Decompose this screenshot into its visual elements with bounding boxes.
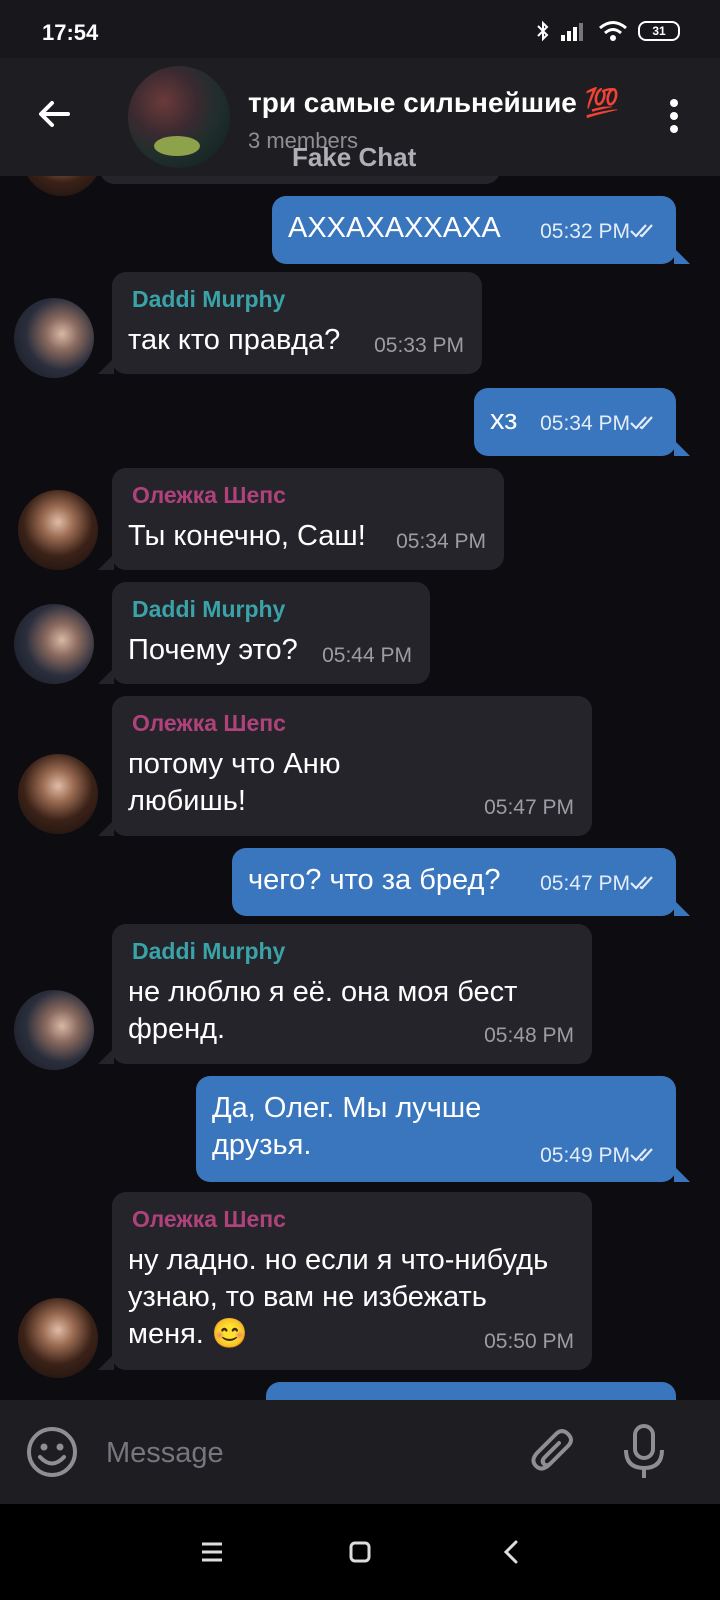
menu-icon[interactable] (194, 1534, 230, 1570)
message-outgoing[interactable]: чего? что за бред? 05:47 PM (232, 848, 690, 916)
system-nav-bar (0, 1504, 720, 1600)
message-text: потому что Аню любишь! (128, 746, 340, 820)
mic-icon[interactable] (616, 1422, 672, 1482)
message-time: 05:33 PM (374, 334, 464, 357)
avatar-daddi-murphy[interactable] (14, 604, 94, 684)
battery-icon: 31 (638, 21, 680, 41)
message-incoming[interactable]: Daddi Murphy так кто правда? 05:33 PM (98, 272, 482, 374)
double-check-icon (630, 224, 653, 238)
avatar-olezhka-sheps[interactable] (18, 754, 98, 834)
message-bubble-partial (266, 1382, 676, 1400)
watermark: Fake Chat (292, 142, 417, 172)
message-incoming[interactable]: Олежка Шепс Ты конечно, Саш! 05:34 PM (98, 468, 504, 570)
sender-name[interactable]: Daddi Murphy (132, 938, 285, 965)
wifi-icon (599, 21, 627, 41)
message-time: 05:34 PM (540, 412, 630, 435)
sender-name[interactable]: Daddi Murphy (132, 286, 285, 313)
chat-title[interactable]: три самые сильнейшие 💯 (248, 86, 620, 119)
avatar-daddi-murphy[interactable] (14, 298, 94, 378)
sender-name[interactable]: Олежка Шепс (132, 710, 286, 737)
sender-name[interactable]: Daddi Murphy (132, 596, 285, 623)
message-line: потому что Аню (128, 748, 341, 780)
message-time: 05:44 PM (322, 644, 412, 667)
message-line: не люблю я её. она моя бест (128, 976, 518, 1008)
message-time: 05:32 PM (540, 220, 630, 243)
status-icons: 31 (536, 18, 680, 44)
more-vertical-icon[interactable] (666, 98, 682, 134)
signal-icon (561, 23, 583, 41)
message-outgoing[interactable]: Да, Олег. Мы лучше друзья. 05:49 PM (196, 1076, 690, 1182)
message-text: Ты конечно, Саш! (128, 520, 366, 552)
bluetooth-icon (537, 20, 549, 42)
message-input[interactable] (104, 1430, 488, 1476)
message-text: АХХАХАХХАХА (288, 212, 501, 244)
double-check-icon (630, 1148, 653, 1162)
message-bubble-partial (100, 176, 500, 184)
message-line: френд. (128, 1013, 226, 1045)
message-incoming[interactable]: Олежка Шепс ну ладно. но если я что-нибу… (98, 1192, 592, 1370)
home-icon[interactable] (342, 1534, 378, 1570)
message-composer (0, 1400, 720, 1504)
back-nav-icon[interactable] (494, 1534, 530, 1570)
message-incoming[interactable]: Олежка Шепс потому что Аню любишь! 05:47… (98, 696, 592, 836)
group-avatar[interactable] (128, 66, 230, 168)
message-line: любишь! (128, 785, 246, 817)
message-time: 05:34 PM (396, 530, 486, 553)
message-text: чего? что за бред? (248, 864, 501, 896)
chat-header: три самые сильнейшие 💯 3 members Fake Ch… (0, 58, 720, 176)
message-line: узнаю, то вам не избежать (128, 1281, 487, 1313)
message-text: не люблю я её. она моя бест френд. (128, 974, 517, 1048)
avatar-olezhka-sheps[interactable] (18, 490, 98, 570)
attach-icon[interactable] (526, 1424, 582, 1480)
message-list[interactable]: АХХАХАХХАХА 05:32 PM Daddi Murphy так кт… (0, 176, 720, 1400)
message-time: 05:47 PM (484, 796, 574, 819)
message-time: 05:49 PM (540, 1144, 630, 1167)
message-line: ну ладно. но если я что-нибудь (128, 1244, 549, 1276)
message-incoming[interactable]: Daddi Murphy Почему это? 05:44 PM (98, 582, 430, 684)
message-line: друзья. (212, 1129, 312, 1161)
message-outgoing[interactable]: хз 05:34 PM (474, 388, 690, 456)
message-text: Да, Олег. Мы лучше друзья. (212, 1090, 481, 1164)
sender-name[interactable]: Олежка Шепс (132, 482, 286, 509)
message-time: 05:50 PM (484, 1330, 574, 1353)
emoji-icon[interactable] (24, 1424, 80, 1480)
status-bar: 17:54 31 (0, 0, 720, 58)
message-text: Почему это? (128, 634, 298, 666)
message-text: так кто правда? (128, 324, 341, 356)
message-outgoing[interactable]: АХХАХАХХАХА 05:32 PM (272, 196, 690, 264)
message-text: хз (490, 404, 518, 436)
message-time: 05:47 PM (540, 872, 630, 895)
avatar-daddi-murphy[interactable] (14, 990, 94, 1070)
double-check-icon (630, 876, 653, 890)
avatar-olezhka-sheps[interactable] (18, 1298, 98, 1378)
sender-name[interactable]: Олежка Шепс (132, 1206, 286, 1233)
back-arrow-icon[interactable] (34, 94, 74, 134)
message-line: Да, Олег. Мы лучше (212, 1092, 482, 1124)
message-incoming[interactable]: Daddi Murphy не люблю я её. она моя бест… (98, 924, 592, 1064)
double-check-icon (630, 416, 653, 430)
message-time: 05:48 PM (484, 1024, 574, 1047)
avatar-partial (22, 176, 102, 196)
status-time: 17:54 (42, 20, 99, 45)
